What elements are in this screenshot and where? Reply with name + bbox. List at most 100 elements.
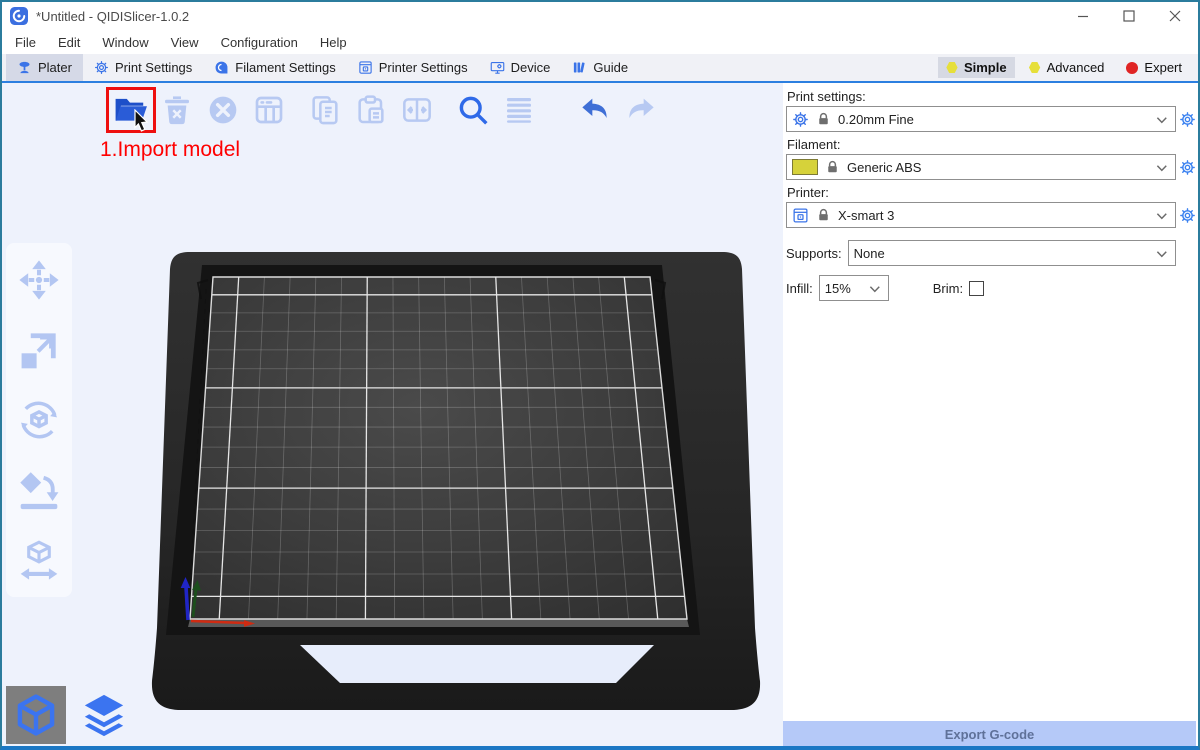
printer-label: Printer: <box>787 185 1196 201</box>
tab-print-settings[interactable]: Print Settings <box>83 54 203 81</box>
tab-label: Filament Settings <box>235 60 335 75</box>
view-toggle <box>6 686 134 744</box>
rotate-icon <box>17 398 61 442</box>
measure-icon <box>17 538 61 582</box>
maximize-button[interactable] <box>1106 2 1152 30</box>
menu-window[interactable]: Window <box>91 35 159 50</box>
delete-button[interactable] <box>154 89 200 131</box>
infill-combo[interactable]: 15% <box>819 275 889 301</box>
arrange-button[interactable] <box>246 89 292 131</box>
gear-icon <box>792 111 809 128</box>
chevron-down-icon <box>1156 164 1168 173</box>
mode-expert[interactable]: Expert <box>1118 57 1190 78</box>
menu-file[interactable]: File <box>4 35 47 50</box>
mode-label: Expert <box>1144 60 1182 75</box>
arrange-icon <box>253 94 285 126</box>
place-on-face-gizmo-button[interactable] <box>16 467 62 513</box>
filament-combo[interactable]: Generic ABS <box>786 154 1176 180</box>
move-icon <box>17 258 61 302</box>
copy-icon <box>309 94 341 126</box>
device-icon <box>490 60 505 75</box>
tab-guide[interactable]: Guide <box>561 54 639 81</box>
mouse-cursor <box>134 109 152 135</box>
chevron-down-icon <box>1156 250 1168 259</box>
supports-value: None <box>854 246 885 261</box>
tab-label: Guide <box>593 60 628 75</box>
mode-switcher: Simple Advanced Expert <box>938 54 1198 81</box>
tab-label: Print Settings <box>115 60 192 75</box>
delete-all-icon <box>207 94 239 126</box>
layers-button[interactable] <box>496 89 542 131</box>
maximize-icon <box>1123 10 1135 22</box>
menu-help[interactable]: Help <box>309 35 358 50</box>
menu-bar: File Edit Window View Configuration Help <box>2 30 1198 54</box>
move-gizmo-button[interactable] <box>16 257 62 303</box>
minimize-icon <box>1077 10 1089 22</box>
redo-button[interactable] <box>618 89 664 131</box>
tab-bar: Plater Print Settings Filament Settings … <box>2 54 1198 83</box>
close-icon <box>1169 10 1181 22</box>
printer-value: X-smart 3 <box>838 208 894 223</box>
menu-view[interactable]: View <box>160 35 210 50</box>
plater-icon <box>17 60 32 75</box>
guide-icon <box>572 60 587 75</box>
tab-plater[interactable]: Plater <box>6 54 83 81</box>
edit-print-settings-button[interactable] <box>1179 111 1196 128</box>
tab-device[interactable]: Device <box>479 54 562 81</box>
chevron-down-icon <box>1156 212 1168 221</box>
brim-checkbox[interactable] <box>969 281 984 296</box>
supports-label: Supports: <box>786 246 842 261</box>
gear-icon <box>1179 207 1196 224</box>
3d-viewport[interactable]: 1.Import model <box>2 83 783 748</box>
window-title: *Untitled - QIDISlicer-1.0.2 <box>36 9 189 24</box>
scale-gizmo-button[interactable] <box>16 327 62 373</box>
search-button[interactable] <box>450 89 496 131</box>
supports-combo[interactable]: None <box>848 240 1176 266</box>
gizmo-toolbar <box>6 243 72 597</box>
mode-simple[interactable]: Simple <box>938 57 1015 78</box>
print-bed <box>2 83 783 748</box>
export-gcode-button[interactable]: Export G-code <box>783 721 1196 748</box>
tab-label: Plater <box>38 60 72 75</box>
paste-button[interactable] <box>348 89 394 131</box>
edit-filament-button[interactable] <box>1179 159 1196 176</box>
menu-configuration[interactable]: Configuration <box>210 35 309 50</box>
annotation-import-model: 1.Import model <box>100 138 240 162</box>
app-window: *Untitled - QIDISlicer-1.0.2 File Edit W… <box>0 0 1200 750</box>
settings-panel: Print settings: 0.20mm Fine Filament: Ge… <box>783 83 1198 748</box>
infill-value: 15% <box>825 281 851 296</box>
measure-gizmo-button[interactable] <box>16 537 62 583</box>
minimize-button[interactable] <box>1060 2 1106 30</box>
advanced-mode-icon <box>1029 62 1041 74</box>
filament-label: Filament: <box>787 137 1196 153</box>
printer-combo[interactable]: X-smart 3 <box>786 202 1176 228</box>
place-on-face-icon <box>17 468 61 512</box>
delete-all-button[interactable] <box>200 89 246 131</box>
tab-printer-settings[interactable]: Printer Settings <box>347 54 479 81</box>
cube-icon <box>13 692 59 738</box>
edit-printer-button[interactable] <box>1179 207 1196 224</box>
rotate-gizmo-button[interactable] <box>16 397 62 443</box>
brim-label: Brim: <box>933 281 963 296</box>
plater-toolbar <box>108 88 664 132</box>
preview-view-button[interactable] <box>74 686 134 744</box>
lock-icon <box>816 207 831 223</box>
3d-editor-view-button[interactable] <box>6 686 66 744</box>
menu-edit[interactable]: Edit <box>47 35 91 50</box>
tab-label: Printer Settings <box>379 60 468 75</box>
tab-label: Device <box>511 60 551 75</box>
chevron-down-icon <box>869 285 881 294</box>
app-logo-icon <box>10 7 28 25</box>
mode-label: Advanced <box>1047 60 1105 75</box>
split-button[interactable] <box>394 89 440 131</box>
copy-button[interactable] <box>302 89 348 131</box>
print-settings-combo[interactable]: 0.20mm Fine <box>786 106 1176 132</box>
layers-stack-icon <box>81 692 127 738</box>
undo-button[interactable] <box>572 89 618 131</box>
lock-icon <box>825 159 840 175</box>
printer-icon <box>792 207 809 224</box>
mode-advanced[interactable]: Advanced <box>1021 57 1113 78</box>
tab-filament-settings[interactable]: Filament Settings <box>203 54 346 81</box>
close-button[interactable] <box>1152 2 1198 30</box>
filament-value: Generic ABS <box>847 160 921 175</box>
